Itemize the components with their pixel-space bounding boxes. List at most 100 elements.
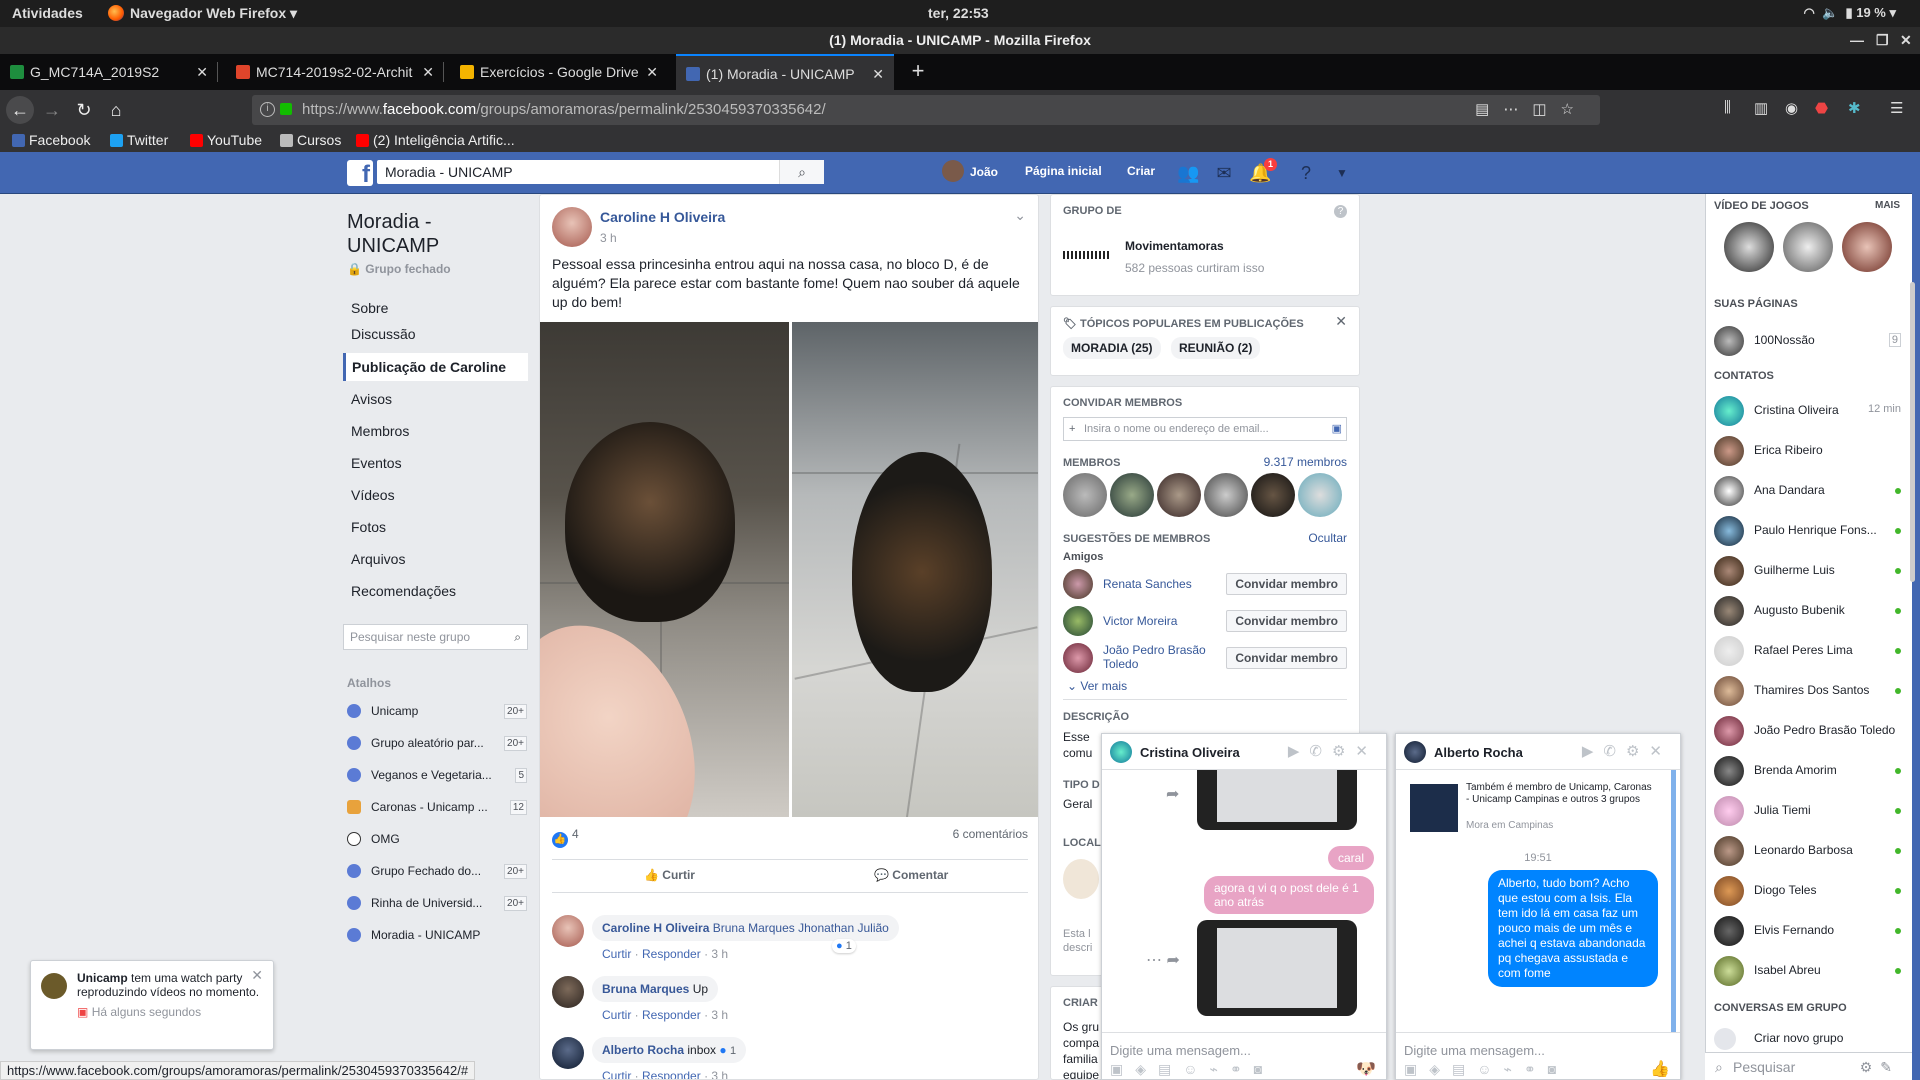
- help-icon[interactable]: ?: [1295, 162, 1317, 184]
- clock[interactable]: ter, 22:53: [928, 5, 989, 21]
- contact-item[interactable]: Cristina Oliveira 12 min: [1706, 390, 1913, 430]
- group-nav-membros[interactable]: Membros: [343, 417, 528, 445]
- chat-name[interactable]: Cristina Oliveira: [1140, 745, 1240, 760]
- member-avatar[interactable]: [1204, 473, 1248, 517]
- gear-icon[interactable]: ⚙: [1332, 743, 1355, 760]
- sidebar-icon[interactable]: ▥: [1754, 99, 1768, 117]
- commenter-avatar[interactable]: [552, 915, 584, 947]
- emoji-icon[interactable]: ☺: [1477, 1061, 1503, 1077]
- shortcut-item[interactable]: Caronas - Unicamp ... 12: [347, 794, 527, 820]
- chat-input[interactable]: Digite uma mensagem... ▣◈▤☺⌁⚭◙ 👍: [1396, 1032, 1680, 1079]
- forward-icon[interactable]: →: [38, 96, 66, 124]
- group-nav-eventos[interactable]: Eventos: [343, 449, 528, 477]
- video-call-icon[interactable]: ▶: [1288, 743, 1310, 760]
- bookmark-facebook[interactable]: Facebook: [12, 132, 90, 148]
- hide-suggestions-link[interactable]: Ocultar: [1308, 531, 1347, 545]
- sidebar-scrollbar[interactable]: [1910, 282, 1915, 582]
- contact-item[interactable]: João Pedro Brasão Toledo: [1706, 710, 1913, 750]
- post-time[interactable]: 3 h: [600, 231, 617, 245]
- shortcut-item[interactable]: Unicamp 20+: [347, 698, 527, 724]
- group-search-input[interactable]: Pesquisar neste grupo ⌕: [343, 624, 528, 650]
- new-tab-button[interactable]: +: [905, 54, 931, 90]
- member-avatar[interactable]: [1110, 473, 1154, 517]
- comment-author[interactable]: Caroline H Oliveira: [602, 921, 709, 935]
- sticker-icon[interactable]: ◈: [1429, 1061, 1452, 1077]
- invite-member-button[interactable]: Convidar membro: [1226, 647, 1347, 669]
- facebook-search-input[interactable]: Moradia - UNICAMP ⌕: [377, 160, 824, 184]
- system-tray[interactable]: ◠ 🔈 ▮ 19 % ▾: [1803, 5, 1896, 21]
- close-tab-icon[interactable]: ✕: [422, 54, 434, 90]
- chat-name[interactable]: Alberto Rocha: [1434, 745, 1523, 760]
- sticker-icon[interactable]: ◈: [1135, 1061, 1158, 1077]
- shortcut-item[interactable]: Grupo Fechado do... 20+: [347, 858, 527, 884]
- contact-item[interactable]: Guilherme Luis: [1706, 550, 1913, 590]
- group-nav-discussao[interactable]: Discussão: [343, 320, 528, 348]
- close-tab-icon[interactable]: ✕: [646, 54, 658, 90]
- account-icon[interactable]: ◉: [1785, 99, 1798, 117]
- chat-header[interactable]: Cristina Oliveira ▶✆⚙✕: [1102, 734, 1386, 770]
- forward-icon[interactable]: ➦: [1166, 784, 1179, 804]
- shortcut-item[interactable]: Moradia - UNICAMP: [347, 922, 527, 948]
- comment-author[interactable]: Bruna Marques: [602, 982, 689, 996]
- map-thumbnail[interactable]: [1063, 859, 1099, 899]
- suggestion-avatar[interactable]: [1063, 643, 1093, 673]
- chat-scrollbar[interactable]: [1671, 770, 1676, 1032]
- gear-icon[interactable]: ⚙: [1860, 1059, 1881, 1075]
- attach-icon[interactable]: ⌁: [1504, 1061, 1524, 1077]
- invite-member-button[interactable]: Convidar membro: [1226, 573, 1347, 595]
- post-photo-2[interactable]: [792, 322, 1038, 817]
- games-more-link[interactable]: MAIS: [1875, 200, 1900, 211]
- gear-icon[interactable]: ⚙: [1626, 743, 1649, 760]
- game-avatar[interactable]: [1783, 222, 1833, 272]
- suggestion-avatar[interactable]: [1063, 606, 1093, 636]
- tab-facebook[interactable]: (1) Moradia - UNICAMP ✕: [676, 54, 894, 90]
- bookmark-star-icon[interactable]: ☆: [1561, 101, 1588, 118]
- comment-reply-link[interactable]: Responder: [642, 1008, 701, 1022]
- contact-item[interactable]: Thamires Dos Santos: [1706, 670, 1913, 710]
- facebook-logo-icon[interactable]: f: [347, 160, 373, 186]
- contact-item[interactable]: Ana Dandara: [1706, 470, 1913, 510]
- camera-icon[interactable]: ◙: [1548, 1061, 1568, 1077]
- group-nav-arquivos[interactable]: Arquivos: [343, 545, 528, 573]
- group-nav-publicacao[interactable]: Publicação de Caroline: [343, 353, 528, 381]
- url-bar[interactable]: i https://www.facebook.com/groups/amoram…: [252, 95, 1600, 125]
- comment-button[interactable]: 💬 Comentar: [874, 868, 948, 882]
- reload-icon[interactable]: ↻: [70, 96, 98, 124]
- bookmark-twitter[interactable]: Twitter: [110, 132, 168, 148]
- page-item[interactable]: 100Nossão 9: [1706, 320, 1913, 360]
- sidebar-search-input[interactable]: ⌕ Pesquisar ⚙✎: [1705, 1052, 1912, 1080]
- reader-view-icon[interactable]: ▤: [1475, 101, 1503, 118]
- bookmark-youtube[interactable]: YouTube: [190, 132, 262, 148]
- member-avatar[interactable]: [1251, 473, 1295, 517]
- lock-icon[interactable]: [280, 103, 292, 115]
- post-photo-1[interactable]: [540, 322, 789, 817]
- shortcut-item[interactable]: OMG: [347, 826, 527, 852]
- comment-reply-link[interactable]: Responder: [642, 947, 701, 961]
- image-icon[interactable]: ▣: [1404, 1061, 1429, 1077]
- group-nav-fotos[interactable]: Fotos: [343, 513, 528, 541]
- watch-party-notification[interactable]: Unicamp tem uma watch party reproduzindo…: [30, 960, 274, 1050]
- game-avatar[interactable]: [1724, 222, 1774, 272]
- extension-icon[interactable]: ✱: [1848, 99, 1861, 117]
- tab-g-mc714a[interactable]: G_MC714A_2019S2 ✕: [0, 54, 218, 90]
- close-tab-icon[interactable]: ✕: [196, 54, 208, 90]
- tab-google-drive[interactable]: Exercícios - Google Drive ✕: [450, 54, 668, 90]
- thumbs-up-icon[interactable]: 👍: [1650, 1059, 1670, 1079]
- comment-text[interactable]: Bruna Marques Jhonathan Julião: [713, 921, 889, 935]
- contact-item[interactable]: Rafael Peres Lima: [1706, 630, 1913, 670]
- group-nav-avisos[interactable]: Avisos: [343, 385, 528, 413]
- forward-icon[interactable]: ⋯ ➦: [1146, 950, 1180, 970]
- page-name[interactable]: Movimentamoras: [1125, 239, 1224, 253]
- profile-link[interactable]: João: [942, 160, 998, 182]
- members-count-link[interactable]: 9.317 membros: [1264, 455, 1347, 469]
- comment-reaction-count[interactable]: 1: [730, 1045, 736, 1057]
- like-button[interactable]: 👍 Curtir: [644, 868, 695, 882]
- friend-requests-icon[interactable]: 👥: [1177, 162, 1199, 184]
- app-menu[interactable]: Navegador Web Firefox ▾: [108, 5, 297, 22]
- suggestion-name[interactable]: Renata Sanches: [1103, 577, 1223, 591]
- maximize-button[interactable]: ❐: [1876, 27, 1889, 54]
- contact-item[interactable]: Erica Ribeiro: [1706, 430, 1913, 470]
- invite-member-button[interactable]: Convidar membro: [1226, 610, 1347, 632]
- close-icon[interactable]: ✕: [1649, 743, 1672, 760]
- contact-item[interactable]: Julia Tiemi: [1706, 790, 1913, 830]
